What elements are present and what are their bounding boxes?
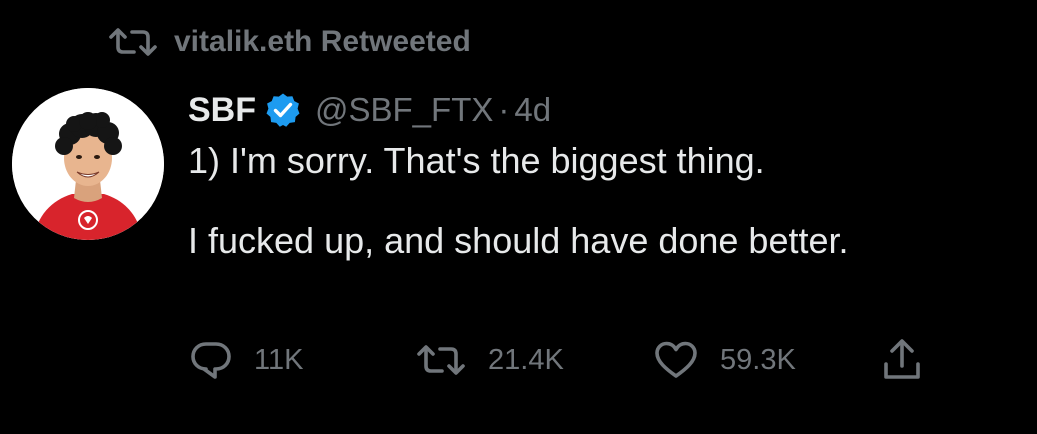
reply-icon — [190, 340, 232, 380]
verified-badge-icon[interactable] — [265, 92, 301, 128]
avatar[interactable] — [12, 88, 164, 240]
tweet-timestamp[interactable]: 4d — [514, 91, 551, 129]
reply-count: 11K — [254, 343, 304, 376]
retweet-button[interactable]: 21.4K — [416, 334, 564, 386]
tweet-actions: 11K 21.4K 59.3K — [190, 334, 950, 386]
retweet-count: 21.4K — [488, 343, 564, 376]
author-handle[interactable]: @SBF_FTX — [315, 91, 493, 129]
retweet-icon — [108, 27, 158, 57]
tweet-header: SBF @SBF_FTX · 4d — [188, 86, 551, 134]
like-button[interactable]: 59.3K — [654, 334, 796, 386]
retweet-context[interactable]: vitalik.eth Retweeted — [108, 20, 471, 64]
retweet-context-label: vitalik.eth Retweeted — [174, 25, 471, 58]
share-button[interactable] — [882, 334, 922, 386]
author-display-name[interactable]: SBF — [188, 91, 256, 130]
retweet-icon — [416, 343, 466, 377]
tweet-text: 1) I'm sorry. That's the biggest thing. … — [188, 141, 1028, 261]
tweet-text-line: I fucked up, and should have done better… — [188, 220, 849, 261]
separator-dot: · — [498, 91, 510, 128]
heart-icon — [654, 340, 698, 380]
share-icon — [882, 338, 922, 382]
reply-button[interactable]: 11K — [190, 334, 303, 386]
tweet-text-line: 1) I'm sorry. That's the biggest thing. — [188, 140, 765, 181]
like-count: 59.3K — [720, 343, 796, 376]
